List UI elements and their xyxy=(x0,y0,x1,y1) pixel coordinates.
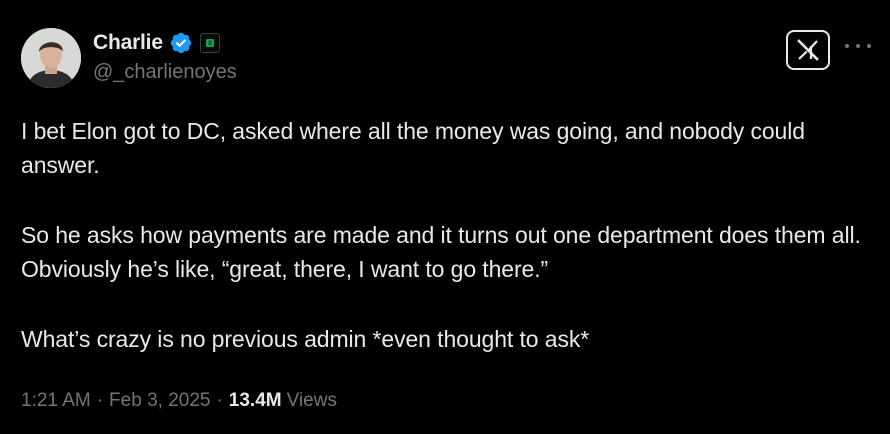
meta-separator: · xyxy=(216,390,223,411)
more-dot xyxy=(867,44,871,48)
tweet-paragraph: What’s crazy is no previous admin *even … xyxy=(21,326,590,352)
tweet-meta: 1:21 AM · Feb 3, 2025 · 13.4M Views xyxy=(21,390,337,412)
avatar-image xyxy=(21,28,81,88)
tweet-card: Charlie @_charlienoyes I bet Elon got to… xyxy=(0,0,890,434)
tweet-time[interactable]: 1:21 AM xyxy=(21,390,91,412)
verified-badge-icon xyxy=(169,31,193,55)
views-label: Views xyxy=(286,390,337,411)
views-count: 13.4M xyxy=(228,390,282,411)
avatar[interactable] xyxy=(21,28,81,88)
meta-separator: · xyxy=(96,390,104,411)
author-display-name[interactable]: Charlie xyxy=(93,31,163,55)
more-dot xyxy=(845,44,849,48)
more-icon[interactable] xyxy=(845,34,871,58)
tweet-paragraph: So he asks how payments are made and it … xyxy=(21,222,861,282)
author-handle[interactable]: @_charlienoyes xyxy=(93,61,237,84)
affiliation-badge-icon[interactable] xyxy=(199,33,220,53)
tweet-date[interactable]: Feb 3, 2025 xyxy=(109,390,210,412)
x-logo-icon[interactable] xyxy=(786,30,830,70)
tweet-paragraph: I bet Elon got to DC, asked where all th… xyxy=(21,118,805,178)
author-name-row: Charlie xyxy=(93,29,220,57)
tweet-text: I bet Elon got to DC, asked where all th… xyxy=(21,114,871,356)
more-dot xyxy=(856,44,860,48)
